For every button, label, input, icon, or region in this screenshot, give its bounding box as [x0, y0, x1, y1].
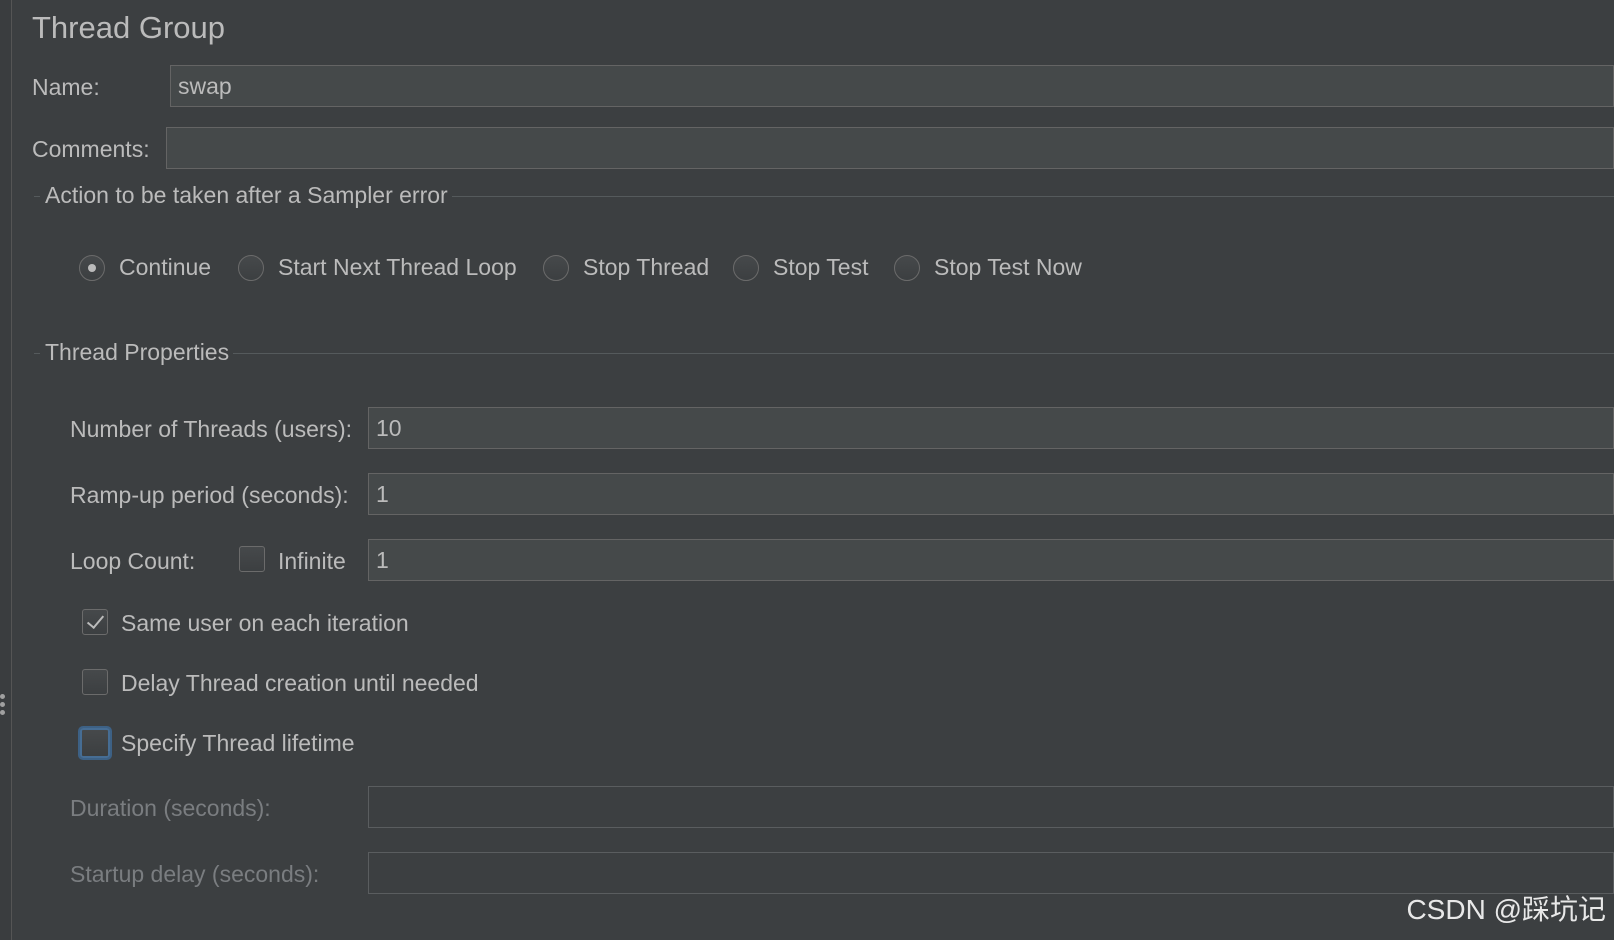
group-border-tick	[34, 353, 40, 354]
loop-count-input[interactable]	[368, 539, 1614, 581]
thread-group-panel: Thread Group Name: Comments: Action to b…	[0, 0, 1614, 940]
threads-label: Number of Threads (users):	[70, 416, 353, 442]
duration-input[interactable]	[368, 786, 1614, 828]
group-border-tick	[34, 196, 40, 197]
radio-stop-thread[interactable]	[543, 255, 569, 281]
comments-label: Comments:	[32, 136, 150, 162]
delay-thread-creation-checkbox[interactable]	[82, 669, 108, 695]
sampler-error-group-title: Action to be taken after a Sampler error	[41, 182, 452, 209]
threads-input[interactable]	[368, 407, 1614, 449]
thread-properties-group-title: Thread Properties	[41, 339, 234, 366]
radio-stop-test[interactable]	[733, 255, 759, 281]
radio-stop-test-label[interactable]: Stop Test	[773, 254, 868, 281]
same-user-label[interactable]: Same user on each iteration	[121, 610, 409, 637]
sampler-error-group-border	[452, 196, 1614, 197]
specify-lifetime-checkbox[interactable]	[80, 728, 110, 758]
delay-thread-creation-label[interactable]: Delay Thread creation until needed	[121, 670, 479, 697]
rampup-input[interactable]	[368, 473, 1614, 515]
same-user-checkbox[interactable]	[82, 609, 108, 635]
loop-count-label: Loop Count:	[70, 548, 196, 574]
infinite-checkbox[interactable]	[239, 546, 265, 572]
radio-stop-test-now[interactable]	[894, 255, 920, 281]
radio-continue-label[interactable]: Continue	[119, 254, 211, 281]
panel-title: Thread Group	[32, 10, 225, 45]
comments-input[interactable]	[166, 127, 1614, 169]
radio-start-next-thread-loop-label[interactable]: Start Next Thread Loop	[278, 254, 517, 281]
radio-continue[interactable]	[79, 255, 105, 281]
duration-label: Duration (seconds):	[70, 795, 271, 821]
watermark: CSDN @踩坑记	[1406, 894, 1606, 925]
specify-lifetime-label[interactable]: Specify Thread lifetime	[121, 730, 355, 757]
radio-stop-test-now-label[interactable]: Stop Test Now	[934, 254, 1082, 281]
splitter-handle-icon[interactable]	[0, 694, 6, 718]
startup-delay-label: Startup delay (seconds):	[70, 861, 320, 887]
infinite-label[interactable]: Infinite	[278, 548, 346, 575]
thread-properties-group-border	[232, 353, 1614, 354]
radio-stop-thread-label[interactable]: Stop Thread	[583, 254, 709, 281]
left-divider	[11, 0, 12, 940]
rampup-label: Ramp-up period (seconds):	[70, 482, 349, 508]
radio-start-next-thread-loop[interactable]	[238, 255, 264, 281]
name-label: Name:	[32, 74, 100, 100]
name-input[interactable]	[170, 65, 1614, 107]
